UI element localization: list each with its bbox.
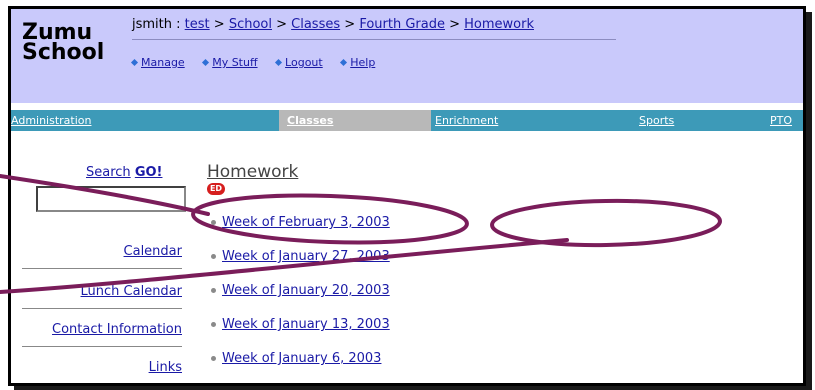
annotation-line xyxy=(0,174,210,216)
annotation-overlay xyxy=(0,174,722,294)
annotation-ellipse-empty xyxy=(490,198,722,248)
annotation-ellipse xyxy=(191,193,469,245)
annotation-line xyxy=(0,238,569,294)
